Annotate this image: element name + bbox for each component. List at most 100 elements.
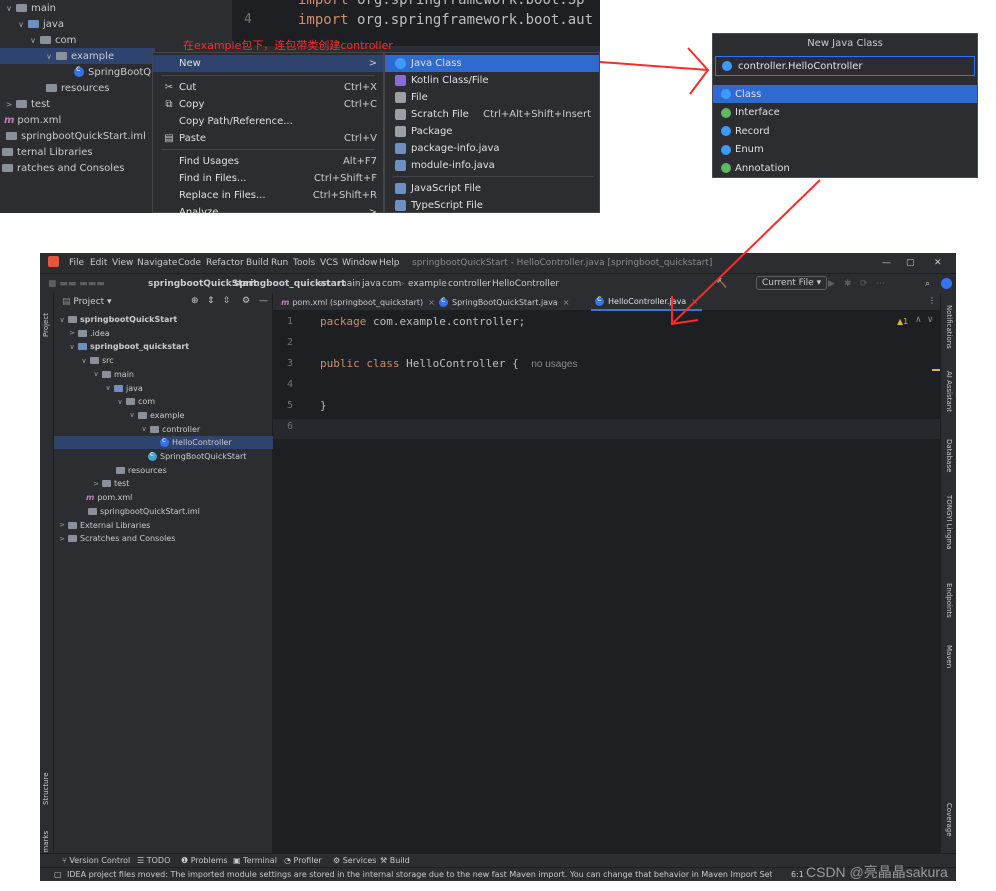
breadcrumb-8[interactable]: HelloController: [492, 279, 559, 289]
chevron-icon[interactable]: >: [92, 480, 100, 488]
menu-file[interactable]: File: [69, 258, 84, 268]
menu-item-copy-path-reference[interactable]: Copy Path/Reference...: [153, 113, 383, 130]
menu-edit[interactable]: Edit: [90, 258, 107, 268]
menu-vcs[interactable]: VCS: [320, 258, 338, 268]
chevron-down-icon[interactable]: ∨: [927, 315, 934, 325]
build-icon[interactable]: 🔨: [716, 279, 727, 289]
tool-todo[interactable]: ☰ TODO: [137, 856, 170, 865]
chevron-icon[interactable]: >: [68, 329, 76, 337]
chevron-icon[interactable]: ∨: [16, 20, 26, 29]
status-message[interactable]: IDEA project files moved: The imported m…: [67, 870, 772, 879]
chevron-icon[interactable]: ∨: [58, 316, 66, 324]
update-icon[interactable]: [941, 278, 952, 289]
chevron-up-icon[interactable]: ∧: [915, 315, 922, 325]
tool-services[interactable]: ⚙ Services: [333, 856, 376, 865]
menu-code[interactable]: Code: [178, 258, 201, 268]
tab-hellocontroller-java[interactable]: HelloController.java ×: [591, 293, 702, 311]
kind-enum[interactable]: Enum: [713, 141, 977, 159]
usage-hint[interactable]: no usages: [531, 359, 577, 370]
menu-refactor[interactable]: Refactor: [206, 258, 244, 268]
tree-item[interactable]: > test: [92, 477, 129, 490]
debug-icon[interactable]: ✱: [844, 279, 852, 289]
menu-item-find-in-files[interactable]: Find in Files... Ctrl+Shift+F: [153, 170, 383, 187]
hide-panel-icon[interactable]: —: [259, 296, 268, 306]
breadcrumb-2[interactable]: src: [318, 279, 331, 289]
chevron-icon[interactable]: ∨: [28, 36, 38, 45]
tool-tab-notifications[interactable]: Notifications: [945, 305, 953, 349]
tool-version-control[interactable]: ⑂ Version Control: [62, 856, 130, 865]
more-run-icon[interactable]: ⋯: [876, 279, 885, 289]
menu-build[interactable]: Build: [246, 258, 269, 268]
tab-close-icon[interactable]: ×: [563, 298, 570, 307]
project-view-dropdown[interactable]: ▤ Project ▾: [62, 297, 112, 307]
menu-item-copy[interactable]: ⧉ Copy Ctrl+C: [153, 96, 383, 113]
menu-item-cut[interactable]: ✂ Cut Ctrl+X: [153, 79, 383, 96]
chevron-icon[interactable]: ∨: [140, 425, 148, 433]
menu-item-find-usages[interactable]: Find Usages Alt+F7: [153, 153, 383, 170]
project-tool-tab[interactable]: Project: [42, 313, 50, 337]
submenu-item-kotlin-class-file[interactable]: Kotlin Class/File: [385, 72, 599, 89]
code-editor[interactable]: 1 package com.example.controller; 2 3 public…: [273, 311, 940, 853]
menu-item-analyze[interactable]: Analyze >: [153, 204, 383, 213]
submenu-item-scratch-file[interactable]: Scratch File Ctrl+Alt+Shift+Insert: [385, 106, 599, 123]
menu-help[interactable]: Help: [379, 258, 400, 268]
submenu-item-file[interactable]: File: [385, 89, 599, 106]
event-icon[interactable]: ▢: [54, 870, 62, 879]
tree-item[interactable]: HelloController: [54, 436, 273, 450]
chevron-icon[interactable]: >: [58, 521, 66, 529]
more-tabs-icon[interactable]: ⋮: [928, 296, 936, 305]
close-icon[interactable]: ✕: [934, 258, 942, 268]
tree-item[interactable]: SpringBootQuic: [0, 64, 166, 80]
submenu-item-package-info-java[interactable]: package-info.java: [385, 140, 599, 157]
chevron-icon[interactable]: ∨: [104, 384, 112, 392]
menu-tools[interactable]: Tools: [293, 258, 315, 268]
coverage-icon[interactable]: ⟳: [860, 279, 868, 289]
chevron-icon[interactable]: ∨: [116, 398, 124, 406]
submenu-item-package[interactable]: Package: [385, 123, 599, 140]
submenu-item-java-class[interactable]: Java Class: [385, 55, 599, 72]
tree-item[interactable]: springbootQuickStart.iml: [78, 505, 200, 518]
tree-item[interactable]: > .idea: [68, 327, 110, 340]
menu-navigate[interactable]: Navigate: [137, 258, 177, 268]
tool-profiler[interactable]: ◔ Profiler: [284, 856, 322, 865]
chevron-icon[interactable]: ∨: [44, 52, 54, 61]
warnings-indicator[interactable]: ▲1: [897, 317, 908, 326]
tree-item[interactable]: ∨ controller: [140, 423, 200, 436]
tree-item[interactable]: ∨ java: [104, 382, 142, 395]
submenu-item-javascript-file[interactable]: JavaScript File: [385, 180, 599, 197]
tab-close-icon[interactable]: ×: [691, 297, 698, 306]
collapse-all-icon[interactable]: ⇳: [223, 296, 231, 306]
chevron-icon[interactable]: ∨: [4, 4, 14, 13]
menu-window[interactable]: Window: [342, 258, 378, 268]
tab-close-icon[interactable]: ×: [428, 298, 435, 307]
chevron-icon[interactable]: >: [4, 100, 14, 109]
class-name-input[interactable]: controller.HelloController: [715, 56, 975, 76]
tree-item[interactable]: ∨ src: [80, 354, 113, 367]
menu-view[interactable]: View: [112, 258, 133, 268]
tool-tab-maven[interactable]: Maven: [945, 645, 953, 668]
tree-item[interactable]: springbootQuickStart.iml: [0, 128, 146, 144]
tool-tab-database[interactable]: Database: [945, 439, 953, 472]
tree-item[interactable]: > test: [0, 96, 51, 112]
tree-item[interactable]: ratches and Consoles: [0, 160, 124, 176]
kind-interface[interactable]: Interface: [713, 104, 977, 122]
cursor-position[interactable]: 6:1: [791, 870, 804, 879]
tree-item[interactable]: ∨ springboot_quickstart: [68, 340, 189, 353]
tool-tab-endpoints[interactable]: Endpoints: [945, 583, 953, 618]
tool-tab-tongyi-lingma[interactable]: TONGYI Lingma: [945, 495, 953, 550]
tool-build[interactable]: ⚒ Build: [380, 856, 410, 865]
tool-tab-coverage[interactable]: Coverage: [945, 803, 953, 837]
minimize-icon[interactable]: —: [882, 258, 891, 268]
tool-problems[interactable]: ❶ Problems: [181, 856, 228, 865]
maximize-icon[interactable]: ▢: [906, 258, 915, 268]
tree-item[interactable]: resources: [0, 80, 109, 96]
chevron-icon[interactable]: >: [58, 535, 66, 543]
tree-item[interactable]: ∨ com: [0, 32, 76, 48]
expand-all-icon[interactable]: ⇕: [207, 296, 215, 306]
tool-terminal[interactable]: ▣ Terminal: [233, 856, 277, 865]
tree-item[interactable]: ∨ example: [128, 409, 184, 422]
submenu-item-module-info-java[interactable]: module-info.java: [385, 157, 599, 174]
gear-icon[interactable]: ⚙: [242, 296, 250, 306]
tree-item[interactable]: > Scratches and Consoles: [58, 532, 175, 545]
tree-item[interactable]: m pom.xml: [0, 112, 61, 128]
